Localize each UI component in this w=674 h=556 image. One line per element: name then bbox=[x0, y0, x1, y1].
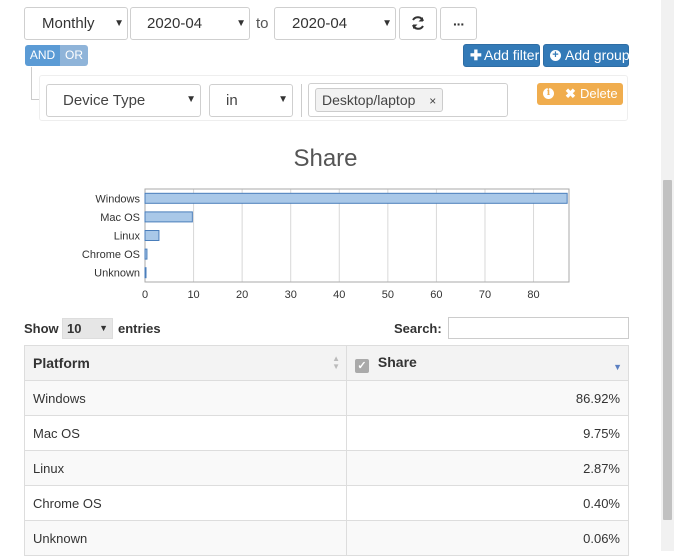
entries-value: 10 bbox=[67, 321, 82, 336]
chart-title: Share bbox=[293, 145, 358, 172]
bar-linux bbox=[144, 230, 160, 241]
x-tick-label: 80 bbox=[527, 289, 539, 301]
table-row: Mac OS 9.75% bbox=[24, 415, 629, 451]
x-tick-label: 40 bbox=[333, 289, 345, 301]
category-label: Linux bbox=[114, 231, 141, 243]
bar-mac-os bbox=[144, 211, 193, 223]
x-tick-label: 50 bbox=[382, 289, 394, 301]
bar-windows bbox=[144, 192, 568, 204]
x-tick-label: 0 bbox=[142, 289, 148, 301]
category-label: Chrome OS bbox=[82, 249, 140, 261]
category-label: Mac OS bbox=[100, 212, 140, 224]
and-toggle[interactable]: AND bbox=[25, 45, 60, 66]
refresh-button[interactable] bbox=[399, 7, 437, 40]
chevron-down-icon: ▼ bbox=[278, 94, 288, 105]
add-filter-button[interactable]: ✚ Add filter bbox=[463, 44, 540, 67]
more-options-button[interactable]: ··· bbox=[440, 7, 477, 40]
checkbox-icon: ✓ bbox=[355, 358, 369, 373]
table-header-row: Platform ▲ ▼ ✓ Share ▼ bbox=[24, 345, 629, 381]
chevron-down-icon: ▼ bbox=[114, 18, 124, 29]
delete-rule-button[interactable]: i ✖ Delete bbox=[537, 83, 623, 105]
category-label: Unknown bbox=[94, 268, 140, 280]
table-row: Chrome OS 0.40% bbox=[24, 485, 629, 521]
filter-value-multiselect[interactable]: Desktop/laptop × bbox=[308, 83, 508, 117]
plus-circle-icon: + bbox=[550, 50, 561, 61]
filter-operator-select[interactable]: in ▼ bbox=[209, 84, 293, 117]
category-label: Windows bbox=[95, 193, 140, 205]
sort-icon: ▲ ▼ bbox=[332, 354, 340, 371]
add-filter-label: Add filter bbox=[484, 47, 540, 63]
add-group-label: Add group bbox=[565, 47, 630, 63]
share-cell: 86.92% bbox=[346, 380, 629, 416]
chart-svg: Windows Mac OS Linux Chrome OS Unknown0 10 20 3… bbox=[82, 188, 570, 301]
share-cell: 0.40% bbox=[346, 485, 629, 521]
chevron-down-icon: ▼ bbox=[236, 18, 246, 29]
filter-field-value: Device Type bbox=[63, 92, 146, 109]
share-bar-chart: Windows Mac OS Linux Chrome OS Unknown 0 10 20 3… bbox=[0, 180, 674, 305]
plus-icon: ✚ bbox=[470, 47, 482, 63]
show-label: Show bbox=[24, 321, 59, 336]
date-from-value: 2020-04 bbox=[147, 15, 203, 32]
value-tag: Desktop/laptop × bbox=[315, 88, 444, 112]
bar-chrome-os bbox=[144, 248, 148, 260]
platform-cell: Unknown bbox=[24, 520, 347, 556]
add-group-button[interactable]: + Add group bbox=[543, 44, 630, 67]
table-row: Unknown 0.06% bbox=[24, 520, 629, 556]
or-toggle[interactable]: OR bbox=[60, 45, 88, 66]
scrollbar-thumb[interactable] bbox=[663, 180, 672, 520]
date-range-separator: to bbox=[256, 15, 269, 32]
entries-label: entries bbox=[118, 321, 161, 336]
date-to-value: 2020-04 bbox=[292, 15, 348, 32]
entries-select[interactable]: 10 ▼ bbox=[62, 318, 113, 339]
share-cell: 0.06% bbox=[346, 520, 629, 556]
column-header-share[interactable]: ✓ Share ▼ bbox=[346, 345, 629, 381]
search-label: Search: bbox=[394, 321, 442, 336]
filter-operator-value: in bbox=[226, 92, 238, 109]
tag-remove-icon[interactable]: × bbox=[429, 94, 436, 108]
x-tick-label: 10 bbox=[187, 289, 199, 301]
granularity-value: Monthly bbox=[42, 15, 95, 32]
share-cell: 2.87% bbox=[346, 450, 629, 486]
x-tick-label: 70 bbox=[479, 289, 491, 301]
platform-cell: Mac OS bbox=[24, 415, 347, 451]
granularity-select[interactable]: Monthly ▼ bbox=[24, 7, 128, 40]
column-header-label: Share bbox=[377, 353, 417, 370]
sort-desc-icon: ▼ bbox=[613, 362, 622, 372]
chevron-down-icon: ▼ bbox=[186, 94, 196, 105]
page-scrollbar[interactable] bbox=[661, 0, 674, 551]
platform-cell: Windows bbox=[24, 380, 347, 416]
date-to-select[interactable]: 2020-04 ▼ bbox=[274, 7, 396, 40]
table-row: Windows 86.92% bbox=[24, 380, 629, 416]
info-icon: i bbox=[543, 88, 554, 99]
column-header-label: Platform bbox=[33, 355, 90, 371]
ellipsis-icon: ··· bbox=[453, 16, 465, 32]
date-from-select[interactable]: 2020-04 ▼ bbox=[130, 7, 250, 40]
platform-cell: Linux bbox=[24, 450, 347, 486]
refresh-icon bbox=[412, 16, 424, 30]
delete-label: Delete bbox=[580, 86, 618, 101]
close-icon: ✖ bbox=[565, 86, 576, 101]
chevron-down-icon: ▼ bbox=[382, 18, 392, 29]
x-tick-label: 60 bbox=[430, 289, 442, 301]
table-row: Linux 2.87% bbox=[24, 450, 629, 486]
bar-unknown bbox=[144, 267, 147, 279]
share-cell: 9.75% bbox=[346, 415, 629, 451]
chevron-down-icon: ▼ bbox=[99, 323, 108, 333]
x-tick-label: 30 bbox=[285, 289, 297, 301]
filter-field-select[interactable]: Device Type ▼ bbox=[46, 84, 201, 117]
value-tag-label: Desktop/laptop bbox=[322, 92, 416, 108]
column-header-platform[interactable]: Platform ▲ ▼ bbox=[24, 345, 347, 381]
x-tick-label: 20 bbox=[236, 289, 248, 301]
filter-divider bbox=[301, 84, 302, 117]
search-input[interactable] bbox=[448, 317, 629, 339]
platform-share-table: Platform ▲ ▼ ✓ Share ▼ Windows 86.92% Mac… bbox=[24, 345, 629, 556]
platform-cell: Chrome OS bbox=[24, 485, 347, 521]
